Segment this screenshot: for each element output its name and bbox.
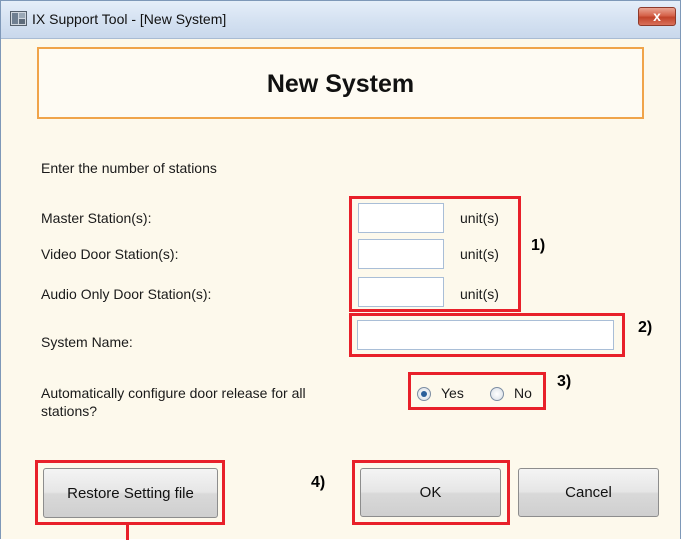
video-door-station-label: Video Door Station(s): xyxy=(41,246,179,262)
door-release-label-line1: Automatically configure door release for… xyxy=(41,385,306,401)
annotation-box-restore xyxy=(35,460,225,525)
annotation-marker-4: 4) xyxy=(311,474,326,491)
close-icon: x xyxy=(653,8,661,24)
annotation-marker-2: 2) xyxy=(638,319,653,336)
page-title: New System xyxy=(266,70,415,98)
annotation-marker-3: 3) xyxy=(557,373,572,390)
instruction-text: Enter the number of stations xyxy=(41,160,217,176)
annotation-callout-line xyxy=(126,524,129,540)
close-button[interactable]: x xyxy=(638,7,676,26)
door-release-label-line2: stations? xyxy=(41,403,98,419)
annotation-box-door-release xyxy=(408,372,546,410)
annotation-box-ok xyxy=(352,460,510,525)
annotation-box-system-name xyxy=(349,313,625,357)
title-bar[interactable]: IX Support Tool - [New System] x xyxy=(1,1,680,39)
header-banner: New System xyxy=(37,47,644,119)
annotation-marker-1: 1) xyxy=(531,237,546,254)
system-name-label: System Name: xyxy=(41,334,133,350)
window-title: IX Support Tool - [New System] xyxy=(32,11,227,27)
master-station-label: Master Station(s): xyxy=(41,210,152,226)
dialog-window: IX Support Tool - [New System] x New Sys… xyxy=(0,0,681,540)
cancel-button[interactable]: Cancel xyxy=(518,468,659,517)
audio-door-station-label: Audio Only Door Station(s): xyxy=(41,286,212,302)
app-icon xyxy=(10,11,27,26)
annotation-box-stations xyxy=(349,196,521,312)
